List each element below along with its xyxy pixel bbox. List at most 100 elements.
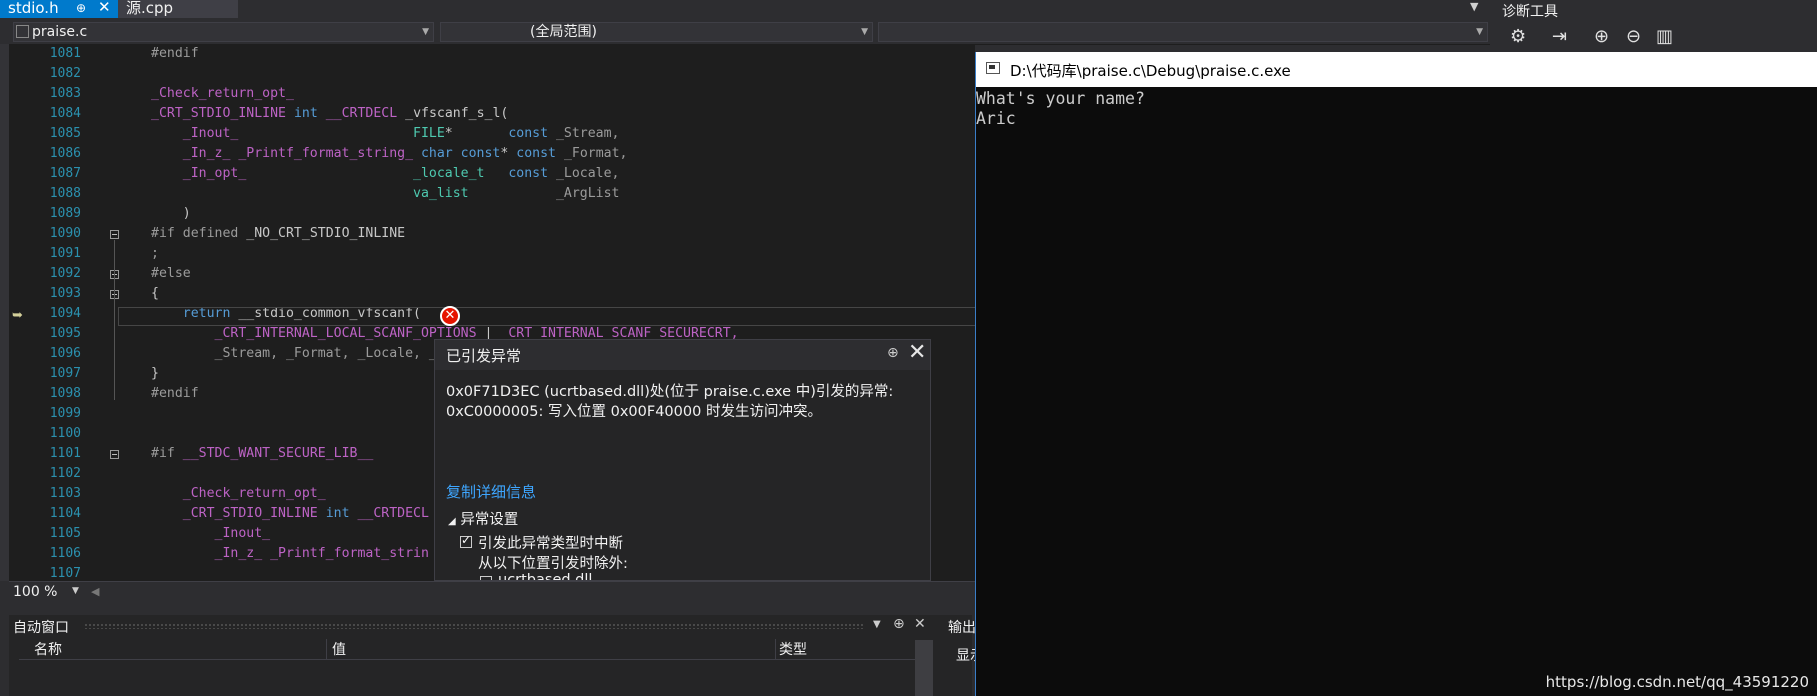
- line-number: 1087: [49, 166, 81, 181]
- code-line[interactable]: _Inout_: [151, 526, 271, 541]
- autos-scrollbar[interactable]: [915, 640, 933, 696]
- line-number: 1091: [49, 246, 81, 261]
- line-number: 1100: [49, 426, 81, 441]
- exception-settings-label: 异常设置: [460, 512, 519, 528]
- line-number: 1095: [49, 326, 81, 341]
- line-number: 1104: [49, 506, 81, 521]
- editor-status-row: 100 % ▼ ◀: [9, 581, 975, 604]
- exception-popup: 已引发异常 ⊕ ✕ 0x0F71D3EC (ucrtbased.dll)处(位于…: [434, 339, 931, 581]
- tab-stdio-h[interactable]: stdio.h ⊕ ✕: [0, 0, 118, 18]
- diagnostics-tool-panel: 诊断工具 ⚙ ⇥ ⊕ ⊖ ▥: [1490, 0, 1817, 52]
- console-titlebar[interactable]: D:\代码库\praise.c\Debug\praise.c.exe: [976, 52, 1817, 87]
- line-number: 1081: [49, 46, 81, 61]
- zoom-in-icon[interactable]: ⊕: [1594, 26, 1609, 47]
- code-line[interactable]: _Inout_ FILE* const _Stream,: [151, 126, 620, 141]
- close-icon[interactable]: ✕: [98, 0, 111, 16]
- grip-dots[interactable]: [84, 623, 864, 629]
- tab-label: 源.cpp: [126, 0, 174, 17]
- chevron-down-icon[interactable]: ▼: [873, 619, 881, 630]
- code-line[interactable]: _Check_return_opt_: [151, 486, 326, 501]
- column-value[interactable]: 值: [332, 639, 346, 659]
- code-line[interactable]: }: [151, 366, 159, 381]
- column-type[interactable]: 类型: [779, 639, 807, 659]
- pin-icon[interactable]: ⊕: [887, 345, 899, 361]
- console-app-icon: [986, 62, 1000, 74]
- console-window[interactable]: D:\代码库\praise.c\Debug\praise.c.exe What'…: [975, 52, 1817, 696]
- column-divider[interactable]: [775, 639, 776, 659]
- line-number: 1092: [49, 266, 81, 281]
- close-icon[interactable]: ✕: [914, 616, 926, 632]
- line-number: 1105: [49, 526, 81, 541]
- code-line[interactable]: {: [151, 286, 159, 301]
- export-icon[interactable]: ⇥: [1552, 26, 1567, 47]
- gear-icon[interactable]: ⚙: [1510, 26, 1526, 47]
- pin-icon[interactable]: ⊕: [893, 616, 905, 632]
- line-number: 1082: [49, 66, 81, 81]
- line-number: 1103: [49, 486, 81, 501]
- code-line[interactable]: #if defined _NO_CRT_STDIO_INLINE: [151, 226, 405, 241]
- console-output-line: Aric: [976, 109, 1016, 128]
- code-line[interactable]: #endif: [151, 46, 199, 61]
- code-line[interactable]: _CRT_STDIO_INLINE int __CRTDECL _vfscanf…: [151, 106, 508, 121]
- zoom-out-icon[interactable]: ⊖: [1626, 26, 1641, 47]
- code-line[interactable]: #if __STDC_WANT_SECURE_LIB__: [151, 446, 373, 461]
- code-line[interactable]: _In_z_ _Printf_format_strin: [151, 546, 429, 561]
- code-line[interactable]: _Check_return_opt_: [151, 86, 294, 101]
- line-number: 1085: [49, 126, 81, 141]
- global-scope-dropdown[interactable]: (全局范围) ▼: [440, 22, 873, 42]
- exception-message: 0x0F71D3EC (ucrtbased.dll)处(位于 praise.c.…: [446, 382, 893, 422]
- exception-settings-section[interactable]: ◢ 异常设置: [448, 508, 518, 529]
- line-number: 1094: [49, 306, 81, 321]
- member-dropdown[interactable]: ▼: [878, 22, 1488, 42]
- code-line[interactable]: _CRT_STDIO_INLINE int __CRTDECL: [151, 506, 429, 521]
- line-number: 1099: [49, 406, 81, 421]
- autos-window-title: 自动窗口: [13, 620, 69, 636]
- column-name[interactable]: 名称: [34, 639, 62, 659]
- code-line[interactable]: #endif: [151, 386, 199, 401]
- navigation-bar: praise.c ▼ (全局范围) ▼ ▼: [0, 18, 1490, 45]
- console-output-line: What's your name?: [976, 89, 1145, 108]
- break-when-thrown-checkbox[interactable]: [460, 533, 472, 548]
- exception-title: 已引发异常: [446, 347, 522, 365]
- chevron-down-icon: ▼: [861, 27, 868, 37]
- c-file-icon: [16, 25, 29, 38]
- module-label: ucrtbased.dll: [498, 572, 593, 581]
- code-line[interactable]: #else: [151, 266, 191, 281]
- collapse-icon[interactable]: [110, 450, 119, 459]
- line-number: 1096: [49, 346, 81, 361]
- line-number: 1101: [49, 446, 81, 461]
- console-title: D:\代码库\praise.c\Debug\praise.c.exe: [1010, 62, 1291, 80]
- zoom-level[interactable]: 100 %: [13, 584, 57, 600]
- except-from-label: 从以下位置引发时除外:: [478, 556, 628, 572]
- indicator-margin: [0, 44, 9, 581]
- code-line[interactable]: ;: [151, 246, 159, 261]
- code-line[interactable]: _In_opt_ _locale_t const _Locale,: [151, 166, 620, 181]
- module-exclude-checkbox[interactable]: [480, 576, 492, 580]
- outline-guide: [114, 240, 115, 400]
- global-scope-label: (全局范围): [530, 24, 597, 40]
- next-statement-arrow-icon: ➥: [12, 308, 23, 323]
- pin-icon[interactable]: ⊕: [76, 0, 86, 17]
- copy-details-link[interactable]: 复制详细信息: [446, 481, 536, 502]
- line-number: 1086: [49, 146, 81, 161]
- file-scope-dropdown[interactable]: praise.c ▼: [13, 22, 434, 42]
- scroll-left-icon[interactable]: ◀: [91, 585, 99, 598]
- document-tab-bar: stdio.h ⊕ ✕ 源.cpp ▼: [0, 0, 1490, 18]
- exception-message-line-1: 0x0F71D3EC (ucrtbased.dll)处(位于 praise.c.…: [446, 384, 894, 400]
- chevron-down-icon: ▼: [1476, 27, 1483, 37]
- chevron-down-icon[interactable]: ▼: [1470, 0, 1478, 13]
- tab-label: stdio.h: [8, 0, 59, 17]
- code-line[interactable]: ): [151, 206, 191, 221]
- tab-source-cpp[interactable]: 源.cpp: [118, 0, 238, 18]
- chevron-down-icon[interactable]: ▼: [72, 586, 79, 596]
- close-icon[interactable]: ✕: [908, 340, 926, 365]
- chart-icon[interactable]: ▥: [1656, 26, 1673, 47]
- column-divider[interactable]: [326, 639, 327, 659]
- code-line[interactable]: va_list _ArgList: [151, 186, 619, 201]
- code-line[interactable]: _Stream, _Format, _Locale, _: [151, 346, 437, 361]
- collapse-icon[interactable]: [110, 230, 119, 239]
- line-number: 1098: [49, 386, 81, 401]
- output-window-title: 输出: [948, 620, 976, 636]
- autos-window-header: 自动窗口 ▼ ⊕ ✕: [9, 615, 942, 636]
- code-line[interactable]: _In_z_ _Printf_format_string_ char const…: [151, 146, 628, 161]
